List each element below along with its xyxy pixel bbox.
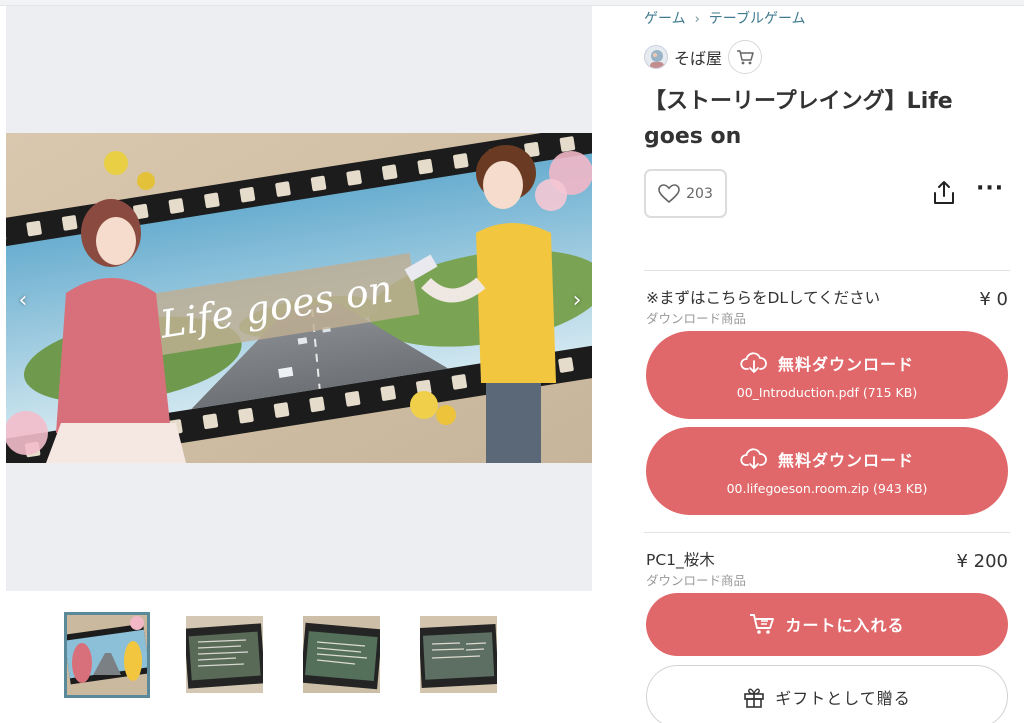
image-gallery: Life goes on ‹ ›	[6, 6, 592, 591]
thumbnail-1[interactable]	[64, 612, 150, 698]
gift-label: ギフトとして贈る	[775, 689, 911, 708]
free-download-button[interactable]: 無料ダウンロード 00.lifegoeson.room.zip (943 KB)	[646, 427, 1008, 515]
thumbnail-2[interactable]	[186, 616, 263, 693]
item-price: ¥ 0	[979, 289, 1008, 310]
product-panel: ゲーム › テーブルゲーム そば屋 【ストーリープレイング】Life goes on…	[644, 0, 1016, 723]
download-label: 無料ダウンロード	[777, 451, 914, 470]
thumbnail-4[interactable]	[420, 616, 497, 693]
product-title: 【ストーリープレイング】Life goes on	[644, 89, 953, 149]
download-file-info: 00_Introduction.pdf (715 KB)	[736, 385, 918, 400]
download-label: 無料ダウンロード	[777, 355, 914, 374]
shop-name[interactable]: そば屋	[674, 45, 722, 69]
add-to-cart-button[interactable]: カートに入れる	[646, 593, 1008, 656]
more-icon[interactable]: ···	[976, 178, 1003, 202]
download-cloud-icon	[740, 448, 767, 469]
shop-info: そば屋	[644, 40, 763, 74]
add-to-cart-label: カートに入れる	[785, 616, 905, 635]
gift-button[interactable]: ギフトとして贈る	[646, 665, 1008, 723]
divider	[644, 270, 1010, 271]
gift-icon	[744, 688, 765, 708]
shop-cart-button[interactable]	[728, 40, 763, 74]
breadcrumb-item-game[interactable]: ゲーム	[644, 11, 686, 27]
divider	[644, 532, 1010, 533]
download-cloud-icon	[740, 352, 767, 373]
thumbnail-3[interactable]	[303, 616, 380, 693]
item-name: PC1_桜木	[646, 551, 715, 569]
cart-icon	[737, 50, 754, 65]
item-name: ※まずはこちらをDLしてください	[646, 289, 881, 307]
item-type: ダウンロード商品	[646, 311, 747, 326]
shop-avatar[interactable]	[644, 45, 668, 69]
heart-icon	[658, 183, 680, 203]
chevron-right-icon: ›	[694, 12, 700, 27]
free-download-button[interactable]: 無料ダウンロード 00_Introduction.pdf (715 KB)	[646, 331, 1008, 419]
like-count: 203	[686, 185, 713, 202]
chevron-right-icon[interactable]: ›	[562, 286, 592, 316]
share-icon[interactable]	[932, 180, 956, 206]
item-type: ダウンロード商品	[646, 573, 747, 588]
like-button[interactable]: 203	[644, 169, 727, 218]
main-product-image[interactable]: Life goes on	[6, 133, 592, 463]
cart-icon	[750, 614, 775, 634]
chevron-left-icon[interactable]: ‹	[8, 286, 38, 316]
item-price: ¥ 200	[956, 551, 1008, 572]
breadcrumb-item-tablegame[interactable]: テーブルゲーム	[709, 11, 806, 27]
breadcrumb: ゲーム › テーブルゲーム	[644, 8, 806, 28]
thumbnail-strip	[64, 612, 504, 698]
download-file-info: 00.lifegoeson.room.zip (943 KB)	[726, 481, 928, 496]
